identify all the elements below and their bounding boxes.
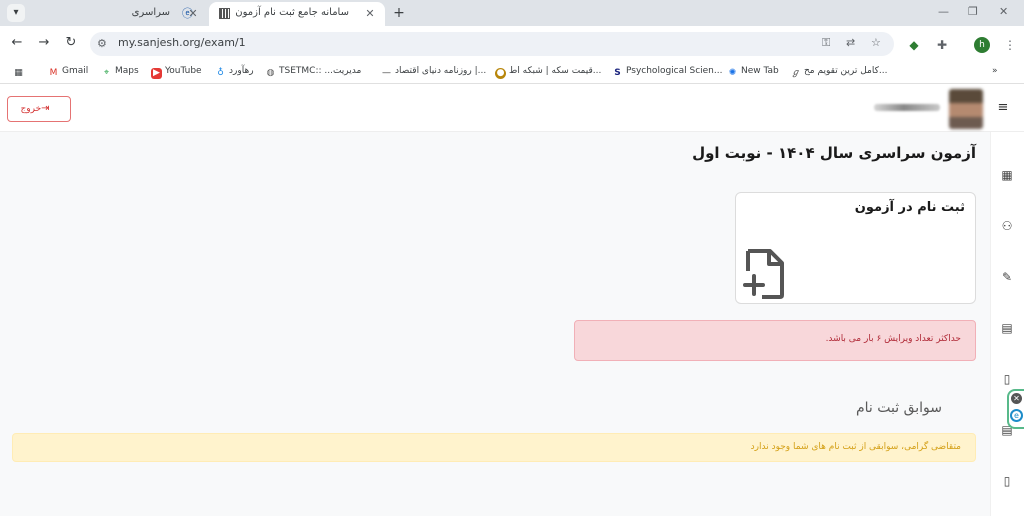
logout-icon: ⇥ (41, 103, 50, 114)
apps-grid-icon[interactable]: ▦ (13, 66, 27, 79)
youtube-icon: ▶ (151, 68, 162, 79)
exam-registration-card[interactable]: ثبت نام در آزمون (735, 192, 976, 304)
back-icon[interactable]: ← (9, 35, 25, 51)
close-window-icon[interactable]: ✕ (999, 5, 1008, 18)
g-icon: ℊ (790, 68, 800, 78)
site-info-icon[interactable]: ⚙ (97, 37, 107, 50)
bookmark-psychological-science[interactable]: S Psychological Scien... (612, 66, 722, 79)
tab-sarasari[interactable]: سراسری ⓔ ✕ (30, 2, 206, 26)
bookmark-maps[interactable]: ⌖ Maps (101, 66, 139, 79)
floating-widget[interactable]: ✕ e (1007, 389, 1024, 429)
registration-history-title: سوابق ثبت نام (855, 400, 942, 416)
gmail-icon: M (49, 68, 58, 78)
no-history-text: متقاضی گرامی، سوابقی از ثبت نام های شما … (750, 442, 961, 452)
close-tab-icon[interactable]: ✕ (186, 7, 200, 21)
side-rail: ▦ ⚇ ✎ ▤ ▯ ▤ ▯ (990, 132, 1024, 516)
user-photo (949, 89, 983, 129)
bookmark-tsetmc[interactable]: ◍ TSETMC:: ...مدیریت (265, 66, 362, 79)
bookmark-rahavard[interactable]: ♁ رهآورد (215, 66, 253, 79)
hamburger-menu-icon[interactable]: ≡ (996, 101, 1010, 115)
web-page: ⇥خروج ≡ آزمون سراسری سال ۱۴۰۴ - نوبت اول… (0, 84, 1024, 516)
card-title: ثبت نام در آزمون (854, 200, 965, 215)
bookmarks-overflow-icon[interactable]: » (992, 66, 998, 76)
coin-icon: ● (495, 68, 506, 79)
minimize-icon[interactable]: — (938, 5, 949, 18)
edit-limit-alert: حداکثر تعداد ویرایش ۶ بار می باشد. (574, 320, 976, 361)
bookmark-donya-eqtesad[interactable]: — روزنامه دنیای اقتصاد |... (381, 66, 486, 79)
no-history-alert: متقاضی گرامی، سوابقی از ثبت نام های شما … (12, 433, 976, 462)
site-header: ⇥خروج ≡ (0, 84, 1024, 132)
newtab-icon: ✺ (728, 68, 737, 78)
bookmark-calendar[interactable]: ℊ کامل ترین تقویم مح... (790, 66, 888, 79)
browser-menu-icon[interactable]: ⋮ (1002, 37, 1018, 53)
close-tab-icon[interactable]: ✕ (363, 7, 377, 21)
form-icon[interactable]: ▤ (999, 320, 1015, 336)
password-key-icon[interactable]: ⚿ (822, 36, 830, 50)
add-user-icon[interactable]: ⚇ (999, 218, 1015, 234)
logout-button[interactable]: ⇥خروج (7, 96, 71, 122)
url-text[interactable]: my.sanjesh.org/exam/1 (118, 36, 246, 49)
pin-icon: ♁ (217, 68, 224, 78)
profile-avatar[interactable]: h (974, 37, 990, 53)
clipboard-icon[interactable]: ▯ (999, 371, 1015, 387)
reload-icon[interactable]: ↻ (63, 35, 79, 51)
extensions-puzzle-icon[interactable]: ✚ (934, 37, 950, 53)
tab-strip: ▾ سراسری ⓔ ✕ سامانه جامع ثبت نام آزمون ه… (0, 0, 1024, 26)
bookmark-new-tab[interactable]: ✺ New Tab (727, 66, 779, 79)
extension-cube-icon[interactable]: ◆ (906, 37, 922, 53)
address-bar[interactable]: ⚙ my.sanjesh.org/exam/1 ⚿ ⇄ ☆ (90, 32, 894, 56)
logout-label: خروج (20, 104, 42, 114)
edit-icon[interactable]: ✎ (999, 269, 1015, 285)
globe-icon: ◍ (266, 68, 275, 78)
main-content: آزمون سراسری سال ۱۴۰۴ - نوبت اول ثبت نام… (0, 132, 990, 516)
tab-registration-system[interactable]: سامانه جامع ثبت نام آزمون های ... ✕ (209, 2, 385, 26)
edit-limit-text: حداکثر تعداد ویرایش ۶ بار می باشد. (825, 334, 961, 344)
bookmark-star-icon[interactable]: ☆ (871, 36, 881, 49)
bookmarks-bar: ▦ M Gmail ⌖ Maps ▶ YouTube ♁ رهآورد ◍ TSETMC:… (0, 60, 1024, 84)
widget-e-icon[interactable]: e (1010, 409, 1023, 422)
clipboard-list-icon[interactable]: ▯ (999, 473, 1015, 489)
translate-icon[interactable]: ⇄ (846, 36, 855, 49)
bookmark-gold-price[interactable]: ● قیمت سکه | شبکه اط... (495, 66, 601, 79)
bookmark-gmail[interactable]: M Gmail (48, 66, 89, 79)
s-icon: S (614, 68, 621, 78)
forward-icon[interactable]: → (36, 35, 52, 51)
file-add-icon[interactable] (742, 247, 788, 301)
maps-icon: ⌖ (103, 68, 110, 78)
close-widget-icon[interactable]: ✕ (1011, 393, 1022, 404)
page-title: آزمون سراسری سال ۱۴۰۴ - نوبت اول (692, 144, 976, 162)
qr-favicon-icon (219, 8, 230, 19)
bookmark-youtube[interactable]: ▶ YouTube (151, 66, 202, 79)
user-name-blurred (874, 104, 940, 111)
tab-search-dropdown-icon[interactable]: ▾ (7, 4, 25, 22)
dash-icon: — (382, 68, 391, 78)
new-tab-icon[interactable]: + (391, 5, 407, 21)
tab-title: سراسری (131, 7, 170, 18)
tab-title: سامانه جامع ثبت نام آزمون های ... (235, 7, 349, 18)
restore-icon[interactable]: ❐ (968, 5, 978, 18)
dashboard-grid-icon[interactable]: ▦ (999, 167, 1015, 183)
